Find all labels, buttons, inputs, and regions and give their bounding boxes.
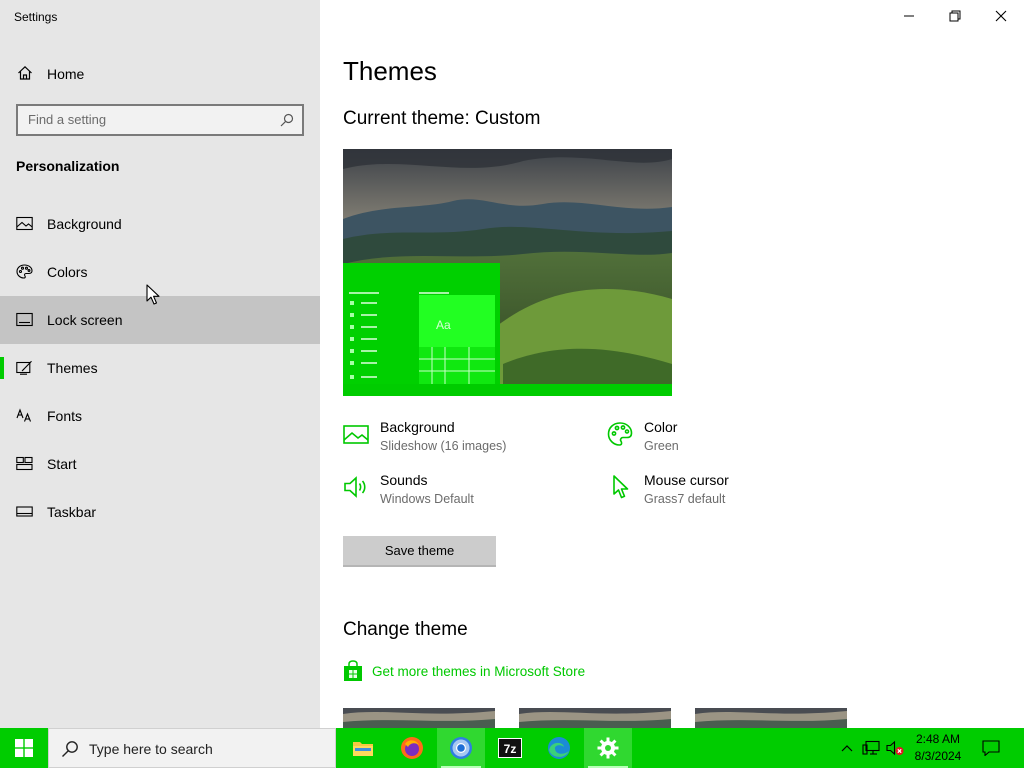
search-placeholder: Find a setting xyxy=(28,112,107,127)
themes-icon xyxy=(16,360,32,375)
start-icon xyxy=(16,456,33,471)
fonts-icon xyxy=(16,408,32,422)
taskbar-icon xyxy=(16,506,33,517)
system-clock[interactable]: 2:48 AM 8/3/2024 xyxy=(908,731,968,765)
theme-thumbnail[interactable] xyxy=(695,708,847,728)
settings-taskbar-button[interactable] xyxy=(584,728,632,768)
notification-icon xyxy=(982,740,1000,756)
close-icon xyxy=(995,10,1007,22)
home-icon xyxy=(18,65,32,80)
page-title: Themes xyxy=(343,56,437,86)
7zip-taskbar-button[interactable]: 7z xyxy=(486,728,534,768)
sidebar-item-start[interactable]: Start xyxy=(0,440,320,488)
property-value: Windows Default xyxy=(380,492,474,506)
property-title: Background xyxy=(380,419,455,435)
preview-sample-text: Aa xyxy=(436,318,451,332)
settings-window: Settings Home Find a setting Personaliza… xyxy=(0,0,1024,728)
sidebar-item-label: Lock screen xyxy=(47,312,123,328)
file-explorer-taskbar-button[interactable] xyxy=(339,728,387,768)
theme-thumbnail[interactable] xyxy=(343,708,495,728)
chrome-icon xyxy=(450,737,472,759)
change-theme-heading: Change theme xyxy=(343,619,468,640)
start-button[interactable] xyxy=(0,728,48,768)
store-link-label: Get more themes in Microsoft Store xyxy=(372,664,586,679)
chrome-taskbar-button[interactable] xyxy=(437,728,485,768)
edge-taskbar-button[interactable] xyxy=(535,728,583,768)
app-title: Settings xyxy=(14,10,58,24)
save-theme-button[interactable]: Save theme xyxy=(343,536,496,567)
sidebar-item-fonts[interactable]: Fonts xyxy=(0,392,320,440)
firefox-icon xyxy=(401,737,423,759)
property-title: Mouse cursor xyxy=(644,472,729,488)
palette-icon xyxy=(607,422,633,446)
minimize-button[interactable] xyxy=(886,0,932,32)
file-explorer-icon xyxy=(353,742,373,756)
chevron-up-icon xyxy=(841,745,853,752)
sidebar-item-taskbar[interactable]: Taskbar xyxy=(0,488,320,536)
property-title: Sounds xyxy=(380,472,428,488)
picture-icon xyxy=(16,216,33,231)
sidebar-item-colors[interactable]: Colors xyxy=(0,248,320,296)
section-title: Personalization xyxy=(16,158,120,174)
taskbar: Type here to search 7z 2:48 AM 8/3/2024 xyxy=(0,728,1024,768)
sidebar-item-background[interactable]: Background xyxy=(0,200,320,248)
theme-preview: Aa xyxy=(343,149,672,396)
close-button[interactable] xyxy=(978,0,1024,32)
windows-logo-icon xyxy=(15,739,33,757)
network-icon xyxy=(862,740,880,755)
cursor-icon xyxy=(613,475,629,499)
sidebar: Settings Home Find a setting Personaliza… xyxy=(0,0,320,728)
selection-indicator xyxy=(0,357,4,379)
property-value: Grass7 default xyxy=(644,492,726,506)
restore-button[interactable] xyxy=(932,0,978,32)
property-title: Color xyxy=(644,419,678,435)
volume-muted-icon xyxy=(886,740,904,756)
sidebar-item-label: Themes xyxy=(47,360,98,376)
sidebar-item-label: Fonts xyxy=(47,408,83,424)
7zip-icon: 7z xyxy=(498,738,522,758)
action-center-button[interactable] xyxy=(976,728,1006,768)
minimize-icon xyxy=(904,15,914,17)
show-hidden-icons-button[interactable] xyxy=(838,728,856,768)
home-label: Home xyxy=(47,66,85,82)
search-icon xyxy=(62,741,78,757)
speaker-icon xyxy=(344,476,366,498)
mouse-cursor-property[interactable]: Mouse cursor Grass7 default xyxy=(607,472,847,516)
firefox-taskbar-button[interactable] xyxy=(388,728,436,768)
find-setting-input[interactable]: Find a setting xyxy=(16,104,304,136)
volume-tray-button[interactable] xyxy=(884,728,906,768)
sounds-property[interactable]: Sounds Windows Default xyxy=(343,472,583,516)
taskbar-search-placeholder: Type here to search xyxy=(89,741,213,757)
settings-gear-icon xyxy=(597,737,619,759)
svg-text:7z: 7z xyxy=(504,742,517,756)
property-value: Green xyxy=(644,439,679,453)
lock-screen-icon xyxy=(16,312,33,327)
theme-thumbnail[interactable] xyxy=(519,708,671,728)
color-property[interactable]: Color Green xyxy=(607,419,847,463)
sidebar-item-label: Taskbar xyxy=(47,504,97,520)
sidebar-item-label: Start xyxy=(47,456,77,472)
restore-icon xyxy=(949,10,961,22)
home-nav-item[interactable]: Home xyxy=(0,56,320,90)
sidebar-item-label: Colors xyxy=(47,264,88,280)
store-bag-icon xyxy=(344,660,362,681)
sidebar-item-lock-screen[interactable]: Lock screen xyxy=(0,296,320,344)
network-tray-button[interactable] xyxy=(860,728,882,768)
edge-icon xyxy=(548,737,570,759)
palette-icon xyxy=(16,264,33,279)
clock-date: 8/3/2024 xyxy=(914,749,962,763)
sidebar-item-themes[interactable]: Themes xyxy=(0,344,320,392)
background-property[interactable]: Background Slideshow (16 images) xyxy=(343,419,583,463)
taskbar-search-box[interactable]: Type here to search xyxy=(48,728,336,768)
mouse-pointer-icon xyxy=(146,284,160,305)
property-value: Slideshow (16 images) xyxy=(380,439,507,453)
search-icon xyxy=(280,113,294,127)
clock-time: 2:48 AM xyxy=(915,732,961,746)
picture-icon xyxy=(343,425,369,444)
current-theme-heading: Current theme: Custom xyxy=(343,108,541,129)
sidebar-item-label: Background xyxy=(47,216,122,232)
